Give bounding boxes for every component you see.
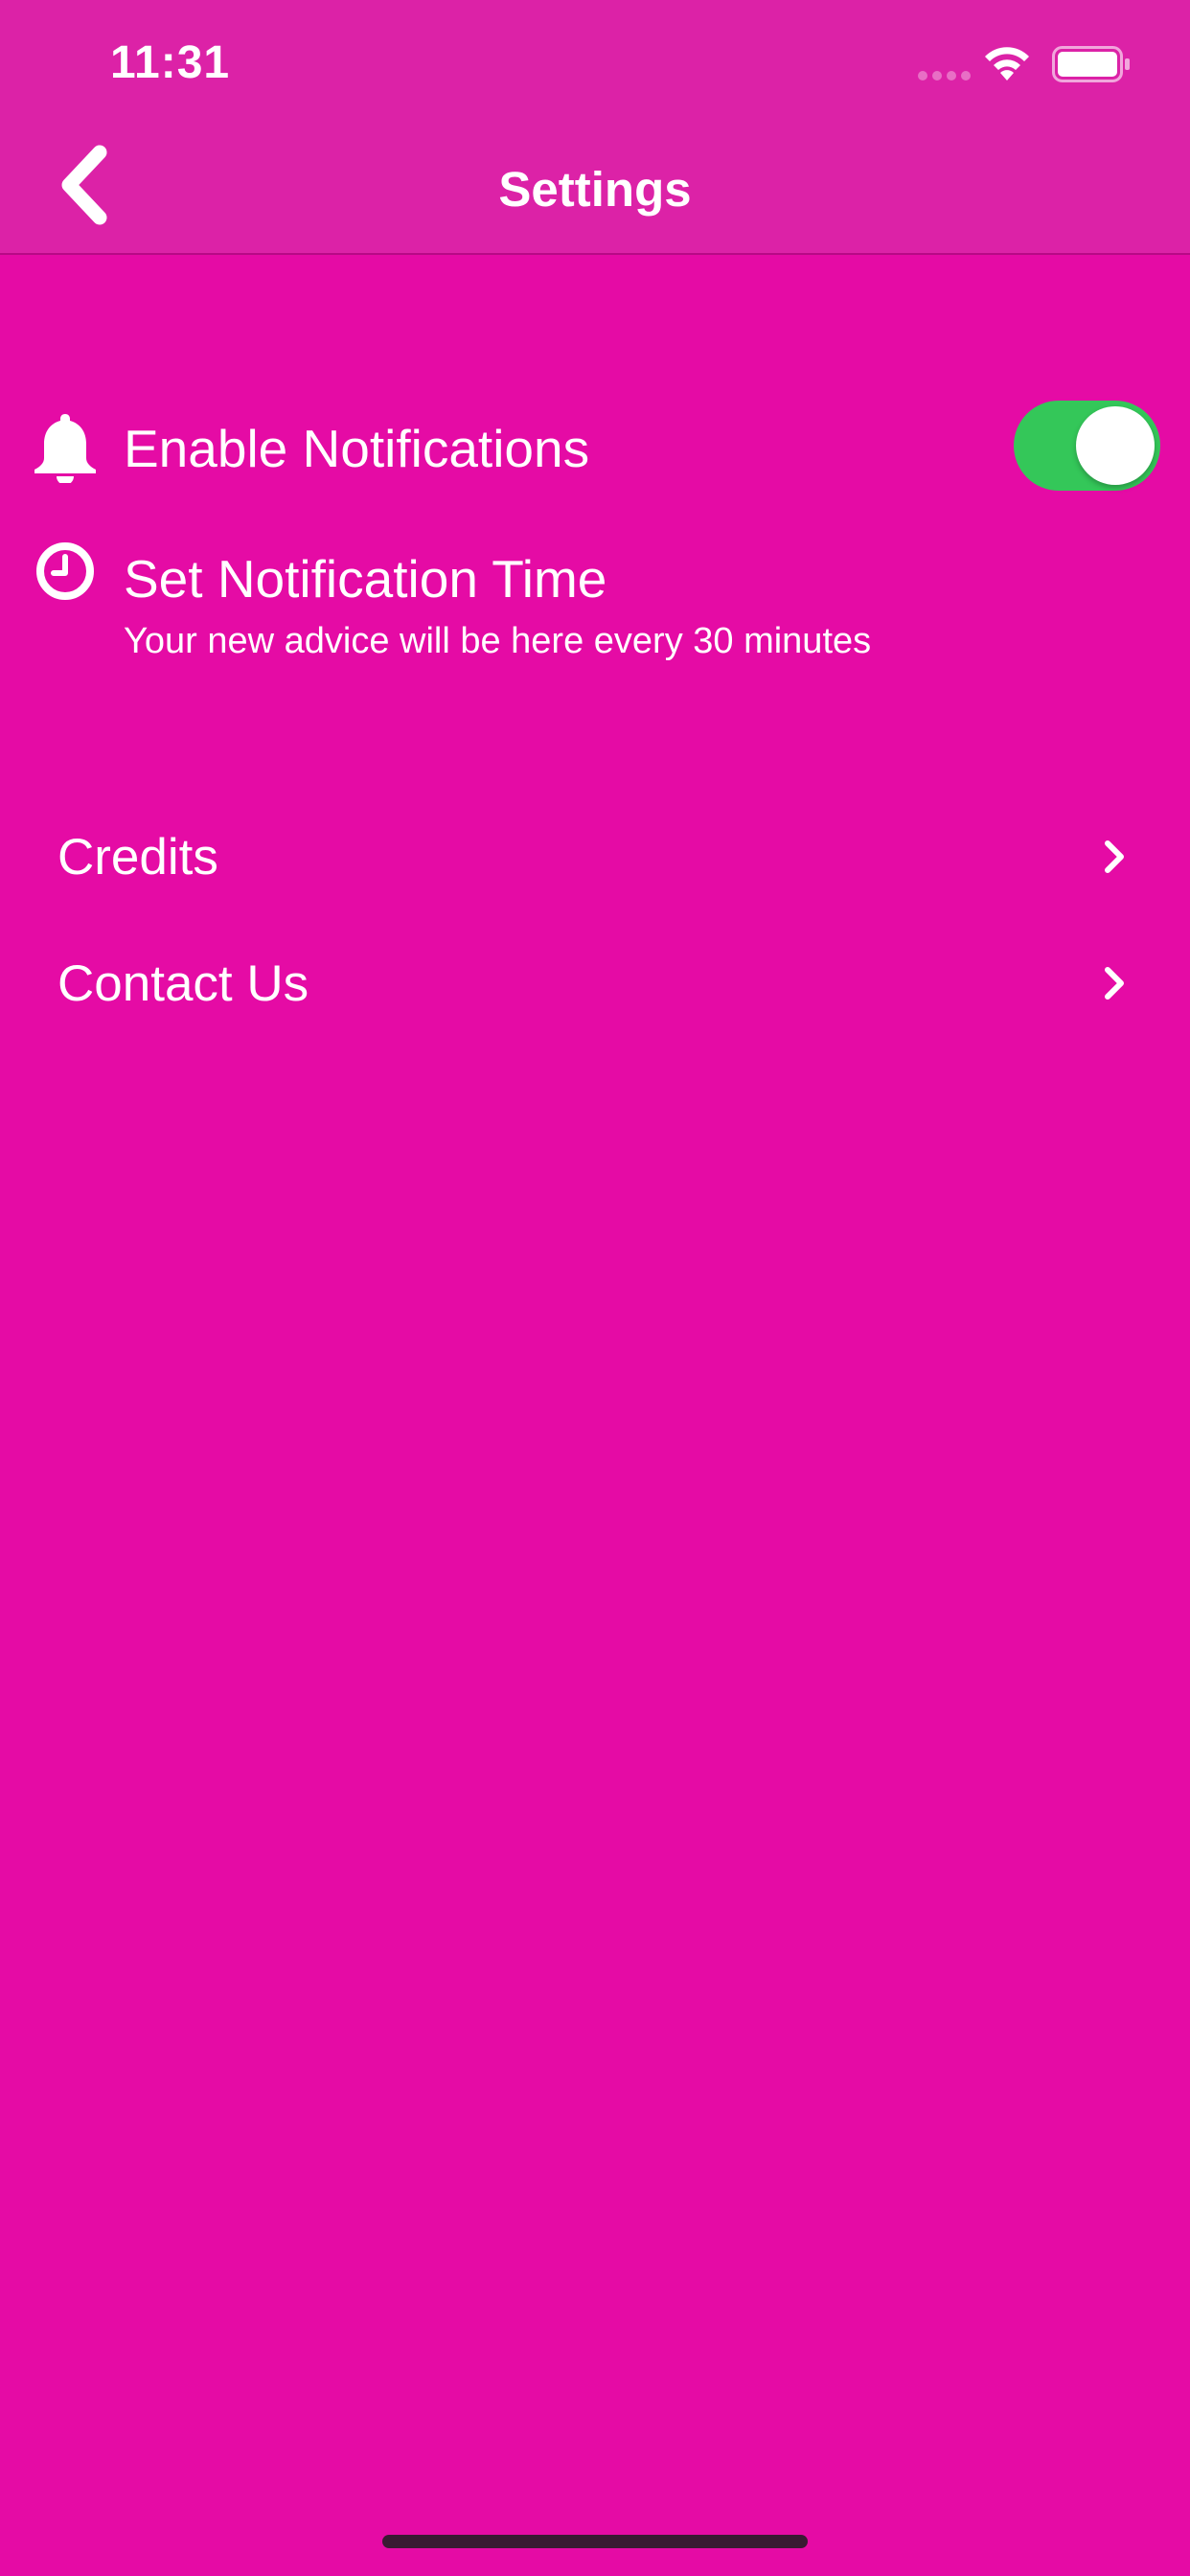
contact-us-row[interactable]: Contact Us bbox=[0, 930, 1190, 1035]
enable-notifications-row: Enable Notifications bbox=[0, 391, 1190, 496]
chevron-right-icon bbox=[1105, 840, 1124, 873]
credits-label: Credits bbox=[57, 829, 218, 886]
credits-row[interactable]: Credits bbox=[0, 803, 1190, 908]
notification-time-row[interactable]: Set Notification Time Your new advice wi… bbox=[0, 525, 1190, 678]
page-title: Settings bbox=[498, 162, 692, 217]
set-notification-time-label: Set Notification Time bbox=[124, 549, 607, 609]
status-bar-time: 11:31 bbox=[110, 37, 231, 88]
wifi-icon bbox=[985, 47, 1029, 80]
contact-us-label: Contact Us bbox=[57, 955, 309, 1012]
clock-icon bbox=[36, 542, 94, 600]
enable-notifications-label: Enable Notifications bbox=[124, 419, 590, 478]
cellular-signal-icon bbox=[918, 71, 971, 80]
chevron-right-icon bbox=[1105, 967, 1124, 1000]
toggle-knob bbox=[1076, 406, 1155, 485]
notification-time-description: Your new advice will be here every 30 mi… bbox=[124, 621, 872, 661]
notifications-toggle[interactable] bbox=[1014, 401, 1160, 491]
bell-icon bbox=[34, 414, 96, 483]
battery-icon bbox=[1052, 46, 1130, 82]
navigation-header: 11:31 Settings bbox=[0, 0, 1190, 255]
home-indicator[interactable] bbox=[382, 2535, 808, 2548]
